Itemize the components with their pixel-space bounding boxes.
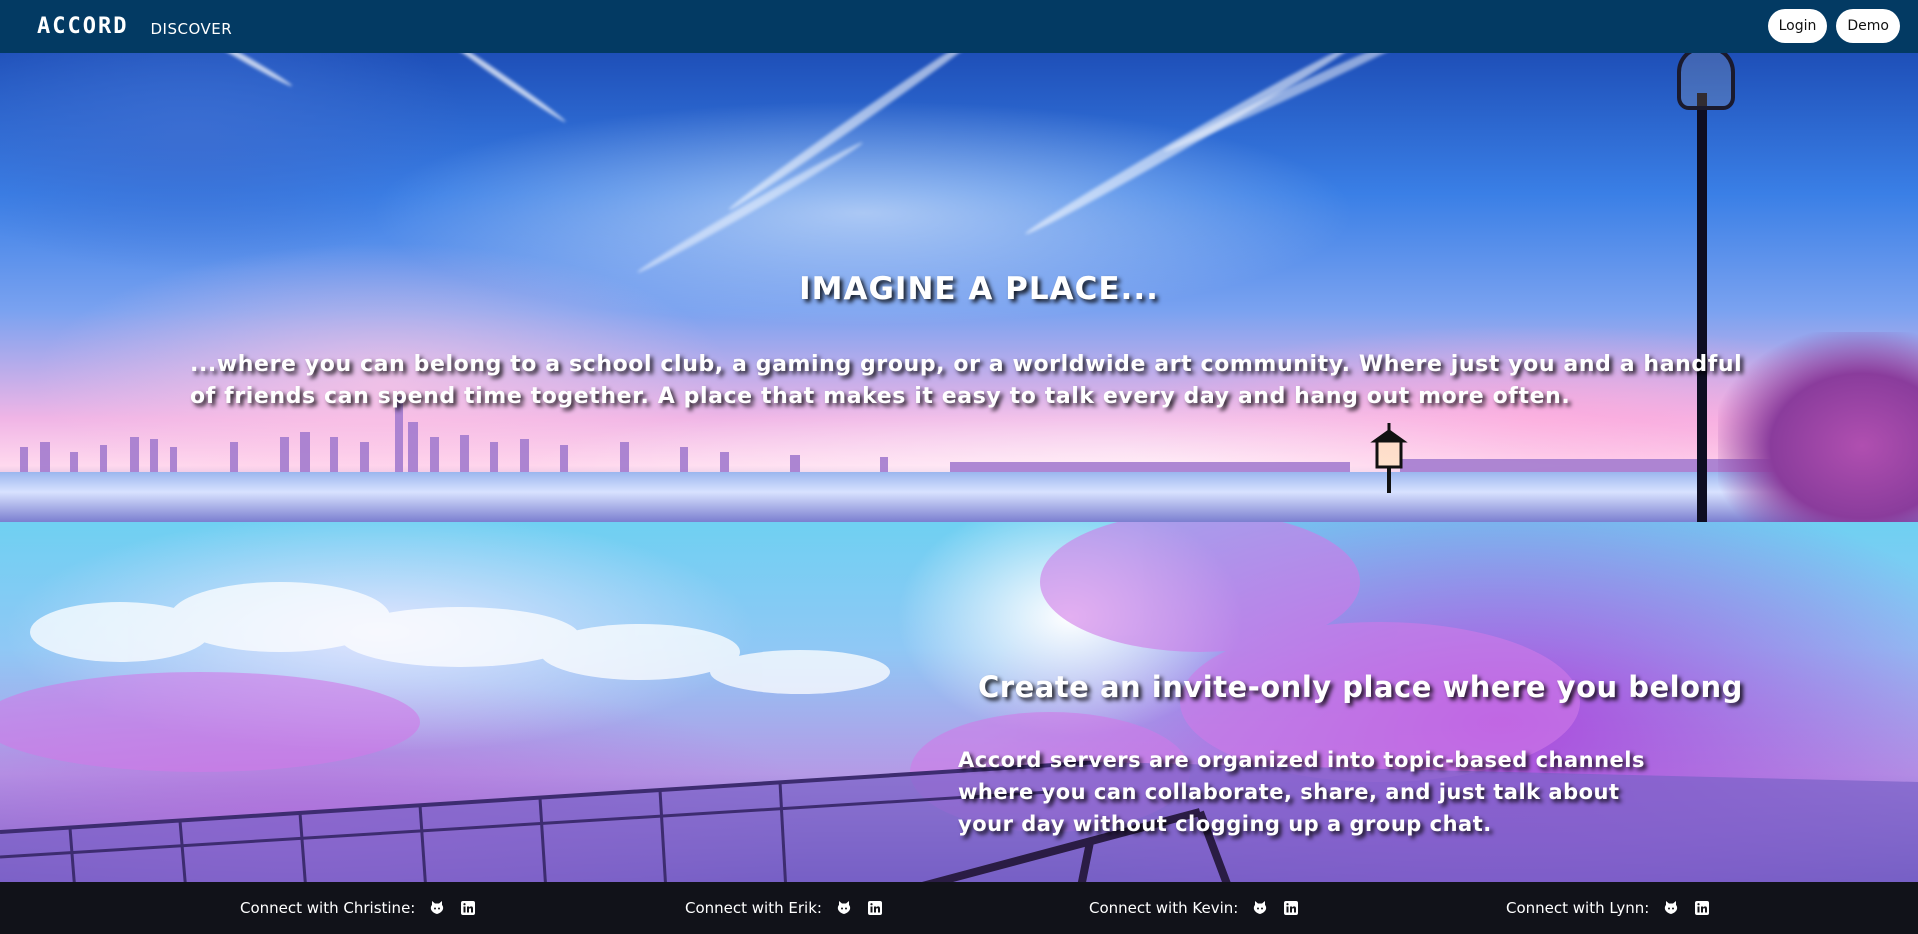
connect-lynn: Connect with Lynn:	[1506, 882, 1725, 934]
login-button[interactable]: Login	[1767, 9, 1828, 43]
cloud-streak	[635, 138, 865, 277]
cloud-streak	[726, 53, 994, 214]
lamp-head	[1677, 53, 1735, 110]
hero-description: ...where you can belong to a school club…	[190, 352, 1743, 409]
feature-title: Create an invite-only place where you be…	[978, 670, 1743, 704]
feature-description: Accord servers are organized into topic-…	[958, 748, 1645, 836]
footer: Connect with Christine: Connect with Eri…	[0, 882, 1918, 934]
logo[interactable]: ACCORD	[37, 14, 128, 39]
github-icon[interactable]	[429, 900, 445, 916]
github-icon[interactable]	[1252, 900, 1268, 916]
water-reflection	[0, 472, 1918, 522]
github-icon[interactable]	[1663, 900, 1679, 916]
small-lamp	[1370, 423, 1408, 493]
linkedin-icon[interactable]	[460, 900, 476, 916]
connect-label: Connect with Erik:	[685, 899, 822, 917]
hero-section: IMAGINE A PLACE... ...where you can belo…	[0, 53, 1918, 522]
cloud-streak	[1161, 53, 1439, 156]
linkedin-icon[interactable]	[867, 900, 883, 916]
connect-kevin: Connect with Kevin:	[1089, 882, 1314, 934]
connect-label: Connect with Kevin:	[1089, 899, 1239, 917]
feature-section: Create an invite-only place where you be…	[0, 522, 1918, 882]
linkedin-icon[interactable]	[1694, 900, 1710, 916]
hero-title: IMAGINE A PLACE...	[799, 271, 1159, 307]
connect-label: Connect with Christine:	[240, 899, 416, 917]
github-icon[interactable]	[836, 900, 852, 916]
auth-buttons: Login Demo	[1767, 9, 1900, 43]
linkedin-icon[interactable]	[1283, 900, 1299, 916]
discover-link[interactable]: DISCOVER	[150, 20, 232, 38]
connect-erik: Connect with Erik:	[685, 882, 898, 934]
connect-label: Connect with Lynn:	[1506, 899, 1650, 917]
demo-button[interactable]: Demo	[1836, 9, 1900, 43]
navbar: ACCORD DISCOVER Login Demo	[0, 0, 1918, 53]
lamp-post	[1697, 93, 1707, 522]
shooting-star	[186, 53, 294, 89]
connect-christine: Connect with Christine:	[240, 882, 491, 934]
shooting-star	[432, 53, 568, 125]
